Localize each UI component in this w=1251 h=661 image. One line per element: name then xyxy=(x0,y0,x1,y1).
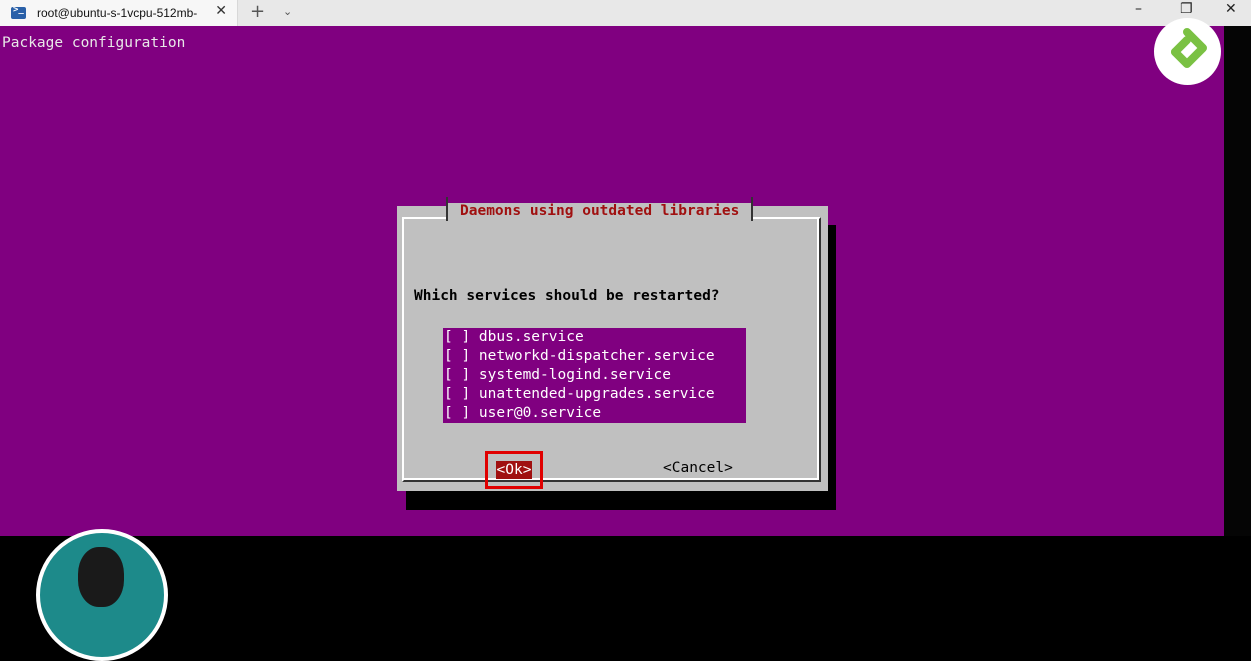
dialog-title: Daemons using outdated libraries xyxy=(446,197,754,221)
powershell-icon xyxy=(11,5,26,19)
close-window-button[interactable]: ✕ xyxy=(1225,1,1237,17)
dialog-question: Which services should be restarted? xyxy=(414,288,720,304)
package-configuration-header: Package configuration xyxy=(2,35,186,51)
service-checkbox-user-0[interactable]: [ ] user@0.service xyxy=(443,404,746,423)
restart-services-dialog: Daemons using outdated libraries Which s… xyxy=(397,197,828,491)
tab-close-icon[interactable]: ✕ xyxy=(215,3,227,19)
terminal-tab[interactable]: root@ubuntu-s-1vcpu-512mb- ✕ xyxy=(0,0,238,26)
service-checkbox-unattended-upgrades[interactable]: [ ] unattended-upgrades.service xyxy=(443,385,746,404)
services-checklist: [ ] dbus.service [ ] networkd-dispatcher… xyxy=(443,328,746,423)
presenter-head xyxy=(78,547,124,607)
new-tab-button[interactable]: + xyxy=(250,1,265,22)
minimize-button[interactable]: – xyxy=(1135,1,1142,17)
service-checkbox-dbus[interactable]: [ ] dbus.service xyxy=(443,328,746,347)
service-checkbox-systemd-logind[interactable]: [ ] systemd-logind.service xyxy=(443,366,746,385)
presenter-avatar xyxy=(36,529,168,661)
title-bar: root@ubuntu-s-1vcpu-512mb- ✕ + ⌄ – ❐ ✕ xyxy=(0,0,1251,26)
restore-button[interactable]: ❐ xyxy=(1180,1,1193,17)
ok-button[interactable]: <Ok> xyxy=(495,461,533,479)
terminal-area[interactable]: Package configuration Daemons using outd… xyxy=(0,26,1224,661)
service-checkbox-networkd-dispatcher[interactable]: [ ] networkd-dispatcher.service xyxy=(443,347,746,366)
channel-logo-icon xyxy=(1154,18,1221,85)
tab-title: root@ubuntu-s-1vcpu-512mb- xyxy=(37,6,198,20)
ok-button-highlight[interactable]: <Ok> xyxy=(485,451,543,489)
chevron-down-icon[interactable]: ⌄ xyxy=(283,5,292,18)
cancel-button[interactable]: <Cancel> xyxy=(663,460,733,476)
scrollbar[interactable] xyxy=(1224,26,1251,536)
